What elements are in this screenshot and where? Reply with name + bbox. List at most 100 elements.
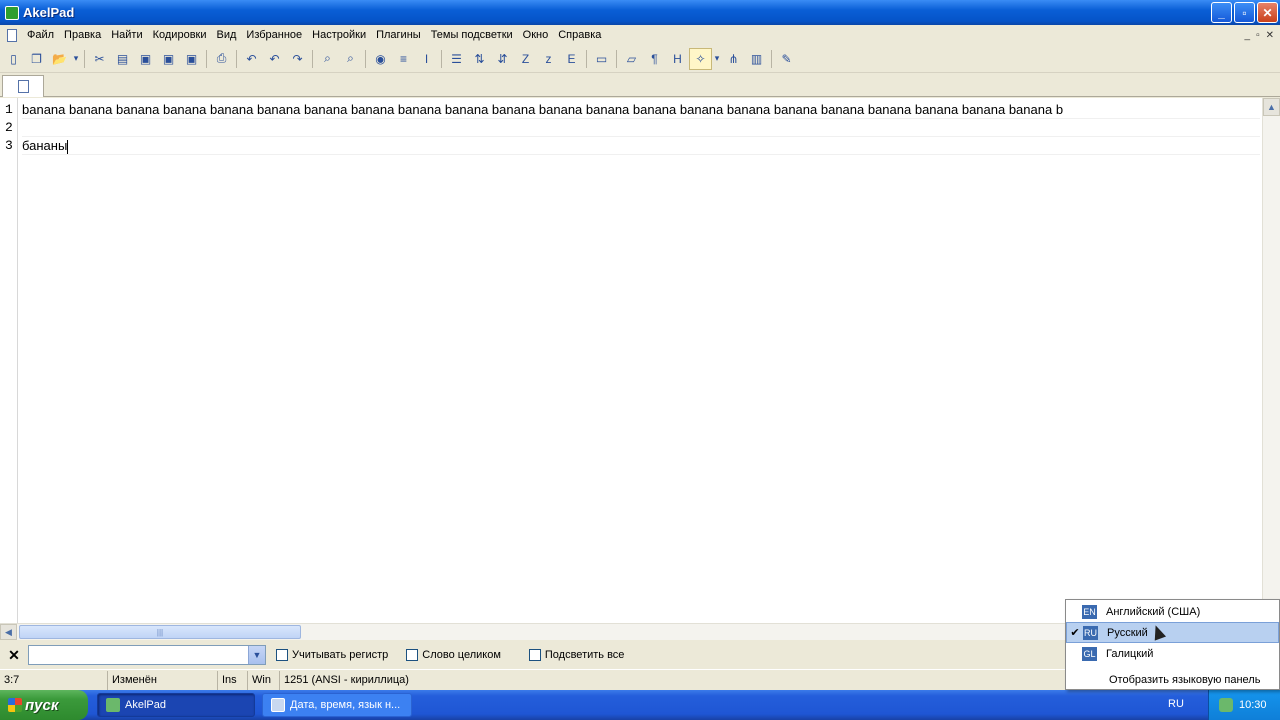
mdi-minimize-button[interactable]: _ xyxy=(1245,30,1251,41)
whole-word-checkbox[interactable]: Слово целиком xyxy=(406,649,501,661)
paste-icon[interactable]: ▤ xyxy=(111,48,134,70)
dropdown-icon[interactable]: ▾ xyxy=(712,48,722,70)
menu-item[interactable]: Справка xyxy=(553,29,606,41)
undo-all-icon[interactable]: ↶ xyxy=(240,48,263,70)
text-caret xyxy=(67,139,69,154)
menu-item[interactable]: Плагины xyxy=(371,29,426,41)
tree-icon[interactable]: ⋔ xyxy=(722,48,745,70)
system-tray: 10:30 xyxy=(1208,690,1280,720)
sort-desc-icon[interactable]: ⇵ xyxy=(491,48,514,70)
checkbox-box[interactable] xyxy=(406,649,419,661)
language-menu: EN Английский (США) ✔ RU Русский GL Гали… xyxy=(1065,599,1280,690)
sort-asc-icon[interactable]: ⇅ xyxy=(468,48,491,70)
vertical-scrollbar[interactable]: ▲ xyxy=(1262,98,1280,623)
mdi-close-button[interactable]: ✕ xyxy=(1266,30,1274,41)
text-lines[interactable]: banana banana banana banana banana banan… xyxy=(22,101,1260,155)
text-line[interactable]: banana banana banana banana banana banan… xyxy=(22,101,1260,119)
editor-area[interactable]: 1 2 3 banana banana banana banana banana… xyxy=(0,98,1280,623)
find-input[interactable]: ▼ xyxy=(28,645,266,665)
print-icon[interactable]: ⎙ xyxy=(210,48,233,70)
taskbar-item-date-time[interactable]: Дата, время, язык н... xyxy=(262,693,412,717)
encoding-status[interactable]: 1251 (ANSI - кириллица) xyxy=(280,671,413,690)
save-all-icon[interactable]: ▣ xyxy=(157,48,180,70)
minimize-button[interactable]: _ xyxy=(1211,2,1232,23)
scroll-up-button[interactable]: ▲ xyxy=(1263,98,1280,116)
language-item-en[interactable]: EN Английский (США) xyxy=(1066,601,1279,622)
newline-format[interactable]: Win xyxy=(248,670,280,690)
case-lower-icon[interactable]: z xyxy=(537,48,560,70)
text-line[interactable] xyxy=(22,119,1260,137)
dropdown-icon[interactable]: ▾ xyxy=(71,48,81,70)
hex-icon[interactable]: H xyxy=(666,48,689,70)
replace-icon[interactable]: ⌕ xyxy=(339,48,362,70)
language-label: Галицкий xyxy=(1106,647,1154,660)
toolbar-separator xyxy=(312,49,313,68)
modified-status: Изменён xyxy=(108,670,218,690)
document-tab-icon xyxy=(17,80,29,93)
menu-item[interactable]: Найти xyxy=(106,29,147,41)
mdi-restore-button[interactable]: ▫ xyxy=(1256,30,1260,41)
list-icon[interactable]: ☰ xyxy=(445,48,468,70)
menu-item[interactable]: Файл xyxy=(22,29,59,41)
clock[interactable]: 10:30 xyxy=(1239,699,1267,711)
maximize-button[interactable]: ▫ xyxy=(1234,2,1255,23)
match-case-checkbox[interactable]: Учитывать регистр xyxy=(276,649,388,661)
find-icon[interactable]: ⌕ xyxy=(316,48,339,70)
new-icon[interactable]: ▯ xyxy=(2,48,25,70)
image-icon[interactable]: ▭ xyxy=(590,48,613,70)
open-icon[interactable]: 📂 xyxy=(48,48,71,70)
language-label: Русский xyxy=(1107,626,1148,639)
close-button[interactable]: ✕ xyxy=(1257,2,1278,23)
toolbar-separator xyxy=(616,49,617,68)
menu-bar: Файл Правка Найти Кодировки Вид Избранное Наст… xyxy=(0,25,1280,45)
start-button[interactable]: пуск xyxy=(0,690,88,720)
insert-mode[interactable]: Ins xyxy=(218,670,248,690)
save-as-icon[interactable]: ▣ xyxy=(180,48,203,70)
scroll-left-button[interactable]: ◀ xyxy=(0,624,17,640)
menu-item[interactable]: Избранное xyxy=(241,29,307,41)
language-item-gl[interactable]: GL Галицкий xyxy=(1066,643,1279,664)
folder-icon[interactable]: ▱ xyxy=(620,48,643,70)
goto-icon[interactable]: ◉ xyxy=(369,48,392,70)
chevron-down-icon[interactable]: ▼ xyxy=(248,646,265,664)
menu-item[interactable]: Окно xyxy=(518,29,554,41)
redo-icon[interactable]: ↷ xyxy=(286,48,309,70)
show-language-bar-item[interactable]: Отобразить языковую панель xyxy=(1066,670,1279,690)
language-indicator[interactable]: RU xyxy=(1168,698,1184,710)
checkbox-box[interactable] xyxy=(528,649,541,661)
tab-strip xyxy=(0,73,1280,97)
menu-item[interactable]: Кодировки xyxy=(148,29,212,41)
undo-icon[interactable]: ↶ xyxy=(263,48,286,70)
save-icon[interactable]: ▣ xyxy=(134,48,157,70)
copy-icon[interactable]: ❐ xyxy=(25,48,48,70)
horizontal-scroll-thumb[interactable]: ||| xyxy=(19,625,301,639)
taskbar-item-akelpad[interactable]: AkelPad xyxy=(97,693,255,717)
pilcrow-icon[interactable]: ¶ xyxy=(643,48,666,70)
cursor-position: 3:7 xyxy=(0,670,108,690)
toolbar-separator xyxy=(441,49,442,68)
toolbar-separator xyxy=(771,49,772,68)
checkbox-box[interactable] xyxy=(276,649,288,661)
clipboard-icon[interactable]: ▥ xyxy=(745,48,768,70)
document-tab[interactable] xyxy=(2,75,44,97)
bulb-icon[interactable]: ✧ xyxy=(689,47,712,70)
find-bar-close-button[interactable]: ✕ xyxy=(4,647,24,664)
cut-icon[interactable]: ✂ xyxy=(88,48,111,70)
menu-item[interactable]: Темы подсветки xyxy=(426,29,518,41)
network-icon[interactable] xyxy=(1219,698,1233,712)
menu-item[interactable]: Настройки xyxy=(307,29,371,41)
language-item-ru[interactable]: ✔ RU Русский xyxy=(1066,622,1279,643)
language-code-icon: RU xyxy=(1083,625,1098,640)
case-upper-icon[interactable]: Z xyxy=(514,48,537,70)
insert-icon[interactable]: ≡ xyxy=(392,48,415,70)
text-line-content: бананы xyxy=(22,138,68,153)
encoding-icon[interactable]: E xyxy=(560,48,583,70)
menu-item[interactable]: Вид xyxy=(212,29,242,41)
menu-item[interactable]: Правка xyxy=(59,29,106,41)
check-icon: ✔ xyxy=(1070,627,1080,639)
toolbar-separator xyxy=(365,49,366,68)
wrench-icon[interactable]: ✎ xyxy=(775,48,798,70)
cursor-icon[interactable]: I xyxy=(415,48,438,70)
text-line[interactable]: бананы xyxy=(22,137,1260,155)
highlight-all-checkbox[interactable]: Подсветить все xyxy=(528,649,624,661)
